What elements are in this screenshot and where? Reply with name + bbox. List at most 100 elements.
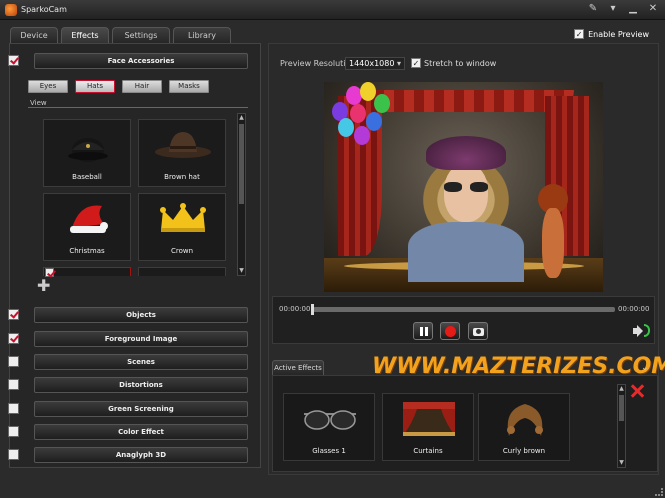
time-start: 00:00:00 bbox=[279, 305, 311, 313]
subtab-hair[interactable]: Hair bbox=[122, 80, 162, 93]
enable-preview-toggle[interactable]: ✓ Enable Preview bbox=[574, 29, 649, 39]
lion-character bbox=[534, 184, 574, 284]
enable-preview-label: Enable Preview bbox=[588, 29, 649, 39]
balloon bbox=[366, 112, 382, 131]
seek-thumb[interactable] bbox=[311, 304, 314, 315]
pause-button[interactable] bbox=[413, 322, 433, 340]
delete-effect-icon[interactable] bbox=[630, 384, 644, 398]
green-screening-row: Green Screening bbox=[8, 401, 248, 417]
collapse-chevron-icon[interactable]: ⌄ bbox=[641, 363, 649, 373]
distortions-checkbox[interactable] bbox=[8, 379, 19, 390]
face-accessories-checkbox[interactable] bbox=[8, 55, 19, 66]
tab-library[interactable]: Library bbox=[173, 27, 231, 43]
distortions-button[interactable]: Distortions bbox=[34, 377, 248, 393]
balloon bbox=[374, 94, 390, 113]
glasses-overlay bbox=[444, 182, 488, 192]
foreground-image-button[interactable]: Foreground Image bbox=[34, 331, 248, 347]
close-icon[interactable]: ✕ bbox=[647, 3, 659, 14]
app-logo-icon bbox=[5, 4, 17, 16]
stretch-checkbox[interactable]: ✓ bbox=[411, 58, 421, 68]
hat-gallery: Baseball Brown hat Christmas Crown bbox=[28, 111, 237, 276]
stretch-label: Stretch to window bbox=[424, 58, 497, 68]
app-title: SparkoCam bbox=[21, 5, 67, 14]
active-effect-curly-brown[interactable]: Curly brown bbox=[478, 393, 570, 461]
tab-settings[interactable]: Settings bbox=[112, 27, 170, 43]
tile-baseball[interactable]: Baseball bbox=[43, 119, 131, 187]
objects-button[interactable]: Objects bbox=[34, 307, 248, 323]
active-effect-curtains[interactable]: Curtains bbox=[382, 393, 474, 461]
title-bar: SparkoCam ✎ ▾ ▁ ✕ bbox=[0, 0, 665, 20]
time-end: 00:00:00 bbox=[618, 305, 650, 313]
lion-body bbox=[542, 208, 564, 278]
stretch-to-window-toggle[interactable]: ✓ Stretch to window bbox=[411, 58, 496, 68]
green-screening-button[interactable]: Green Screening bbox=[34, 401, 248, 417]
resize-grip-icon[interactable] bbox=[655, 488, 663, 496]
curly-hair-icon bbox=[507, 404, 543, 436]
santa-hat-icon bbox=[70, 205, 108, 233]
subtab-eyes[interactable]: Eyes bbox=[28, 80, 68, 93]
scenes-checkbox[interactable] bbox=[8, 356, 19, 367]
tab-active-effects[interactable]: Active Effects bbox=[272, 360, 324, 375]
foreground-image-checkbox[interactable] bbox=[8, 333, 19, 344]
anaglyph-3d-button[interactable]: Anaglyph 3D bbox=[34, 447, 248, 463]
green-screening-checkbox[interactable] bbox=[8, 403, 19, 414]
balloon bbox=[354, 126, 370, 145]
tab-device[interactable]: Device bbox=[10, 27, 58, 43]
objects-checkbox[interactable] bbox=[8, 309, 19, 320]
person-face bbox=[444, 164, 488, 222]
scroll-up-icon[interactable]: ▲ bbox=[238, 114, 245, 122]
foreground-image-row: Foreground Image bbox=[8, 331, 248, 347]
distortions-row: Distortions bbox=[8, 377, 248, 393]
anaglyph-3d-row: Anaglyph 3D bbox=[8, 447, 248, 463]
hat-overlay bbox=[426, 136, 506, 170]
tile-crown[interactable]: Crown bbox=[138, 193, 226, 261]
curtains-icon bbox=[403, 402, 455, 436]
minimize-icon[interactable]: ▁ bbox=[627, 3, 639, 14]
enable-preview-checkbox[interactable]: ✓ bbox=[574, 29, 585, 39]
seek-bar[interactable] bbox=[313, 307, 615, 312]
active-effect-label: Curtains bbox=[413, 447, 443, 455]
dropdown-icon[interactable]: ▾ bbox=[607, 3, 619, 14]
anaglyph-3d-checkbox[interactable] bbox=[8, 449, 19, 460]
active-effects-panel: Glasses 1 Curtains Curly brown ▲ ▼ bbox=[272, 375, 658, 472]
active-effect-glasses[interactable]: Glasses 1 bbox=[283, 393, 375, 461]
tile-next-partial[interactable] bbox=[43, 267, 131, 276]
record-button[interactable] bbox=[440, 322, 460, 340]
scroll-thumb[interactable] bbox=[619, 395, 624, 421]
color-effect-row: Color Effect bbox=[8, 424, 248, 440]
subtab-masks[interactable]: Masks bbox=[169, 80, 209, 93]
baseball-cap-icon bbox=[68, 138, 108, 162]
accessory-subtabs: Eyes Hats Hair Masks bbox=[28, 80, 209, 93]
tile-label: Baseball bbox=[72, 173, 102, 181]
balloon bbox=[350, 104, 366, 123]
webcam-preview bbox=[324, 82, 603, 292]
active-effects-scrollbar[interactable]: ▲ ▼ bbox=[617, 384, 626, 468]
preview-resolution-select[interactable]: 1440x1080 bbox=[345, 57, 405, 70]
tile-next-partial-2[interactable] bbox=[138, 267, 226, 276]
scroll-down-icon[interactable]: ▼ bbox=[618, 459, 625, 467]
scenes-row: Scenes bbox=[8, 354, 248, 370]
window-controls: ✎ ▾ ▁ ✕ bbox=[587, 3, 659, 14]
color-effect-checkbox[interactable] bbox=[8, 426, 19, 437]
active-effect-label: Glasses 1 bbox=[312, 447, 346, 455]
subtab-hats[interactable]: Hats bbox=[75, 80, 115, 93]
tab-effects[interactable]: Effects bbox=[61, 27, 109, 43]
color-effect-button[interactable]: Color Effect bbox=[34, 424, 248, 440]
scroll-up-icon[interactable]: ▲ bbox=[618, 385, 625, 393]
player-controls: 00:00:00 00:00:00 bbox=[272, 296, 655, 344]
view-label: View bbox=[28, 99, 248, 108]
gallery-scrollbar[interactable]: ▲ ▼ bbox=[237, 113, 246, 276]
crown-icon bbox=[160, 203, 206, 232]
scroll-thumb[interactable] bbox=[239, 124, 244, 204]
tile-label: Crown bbox=[170, 247, 194, 255]
add-icon[interactable]: ✚ bbox=[37, 278, 50, 294]
pin-icon[interactable]: ✎ bbox=[587, 3, 599, 14]
tile-brown-hat[interactable]: Brown hat bbox=[138, 119, 226, 187]
snapshot-button[interactable] bbox=[468, 322, 488, 340]
face-accessories-button[interactable]: Face Accessories bbox=[34, 53, 248, 69]
tile-label: Brown hat bbox=[164, 173, 200, 181]
scenes-button[interactable]: Scenes bbox=[34, 354, 248, 370]
main-tabs: Device Effects Settings Library bbox=[10, 27, 234, 43]
scroll-down-icon[interactable]: ▼ bbox=[238, 267, 245, 275]
tile-christmas[interactable]: Christmas bbox=[43, 193, 131, 261]
